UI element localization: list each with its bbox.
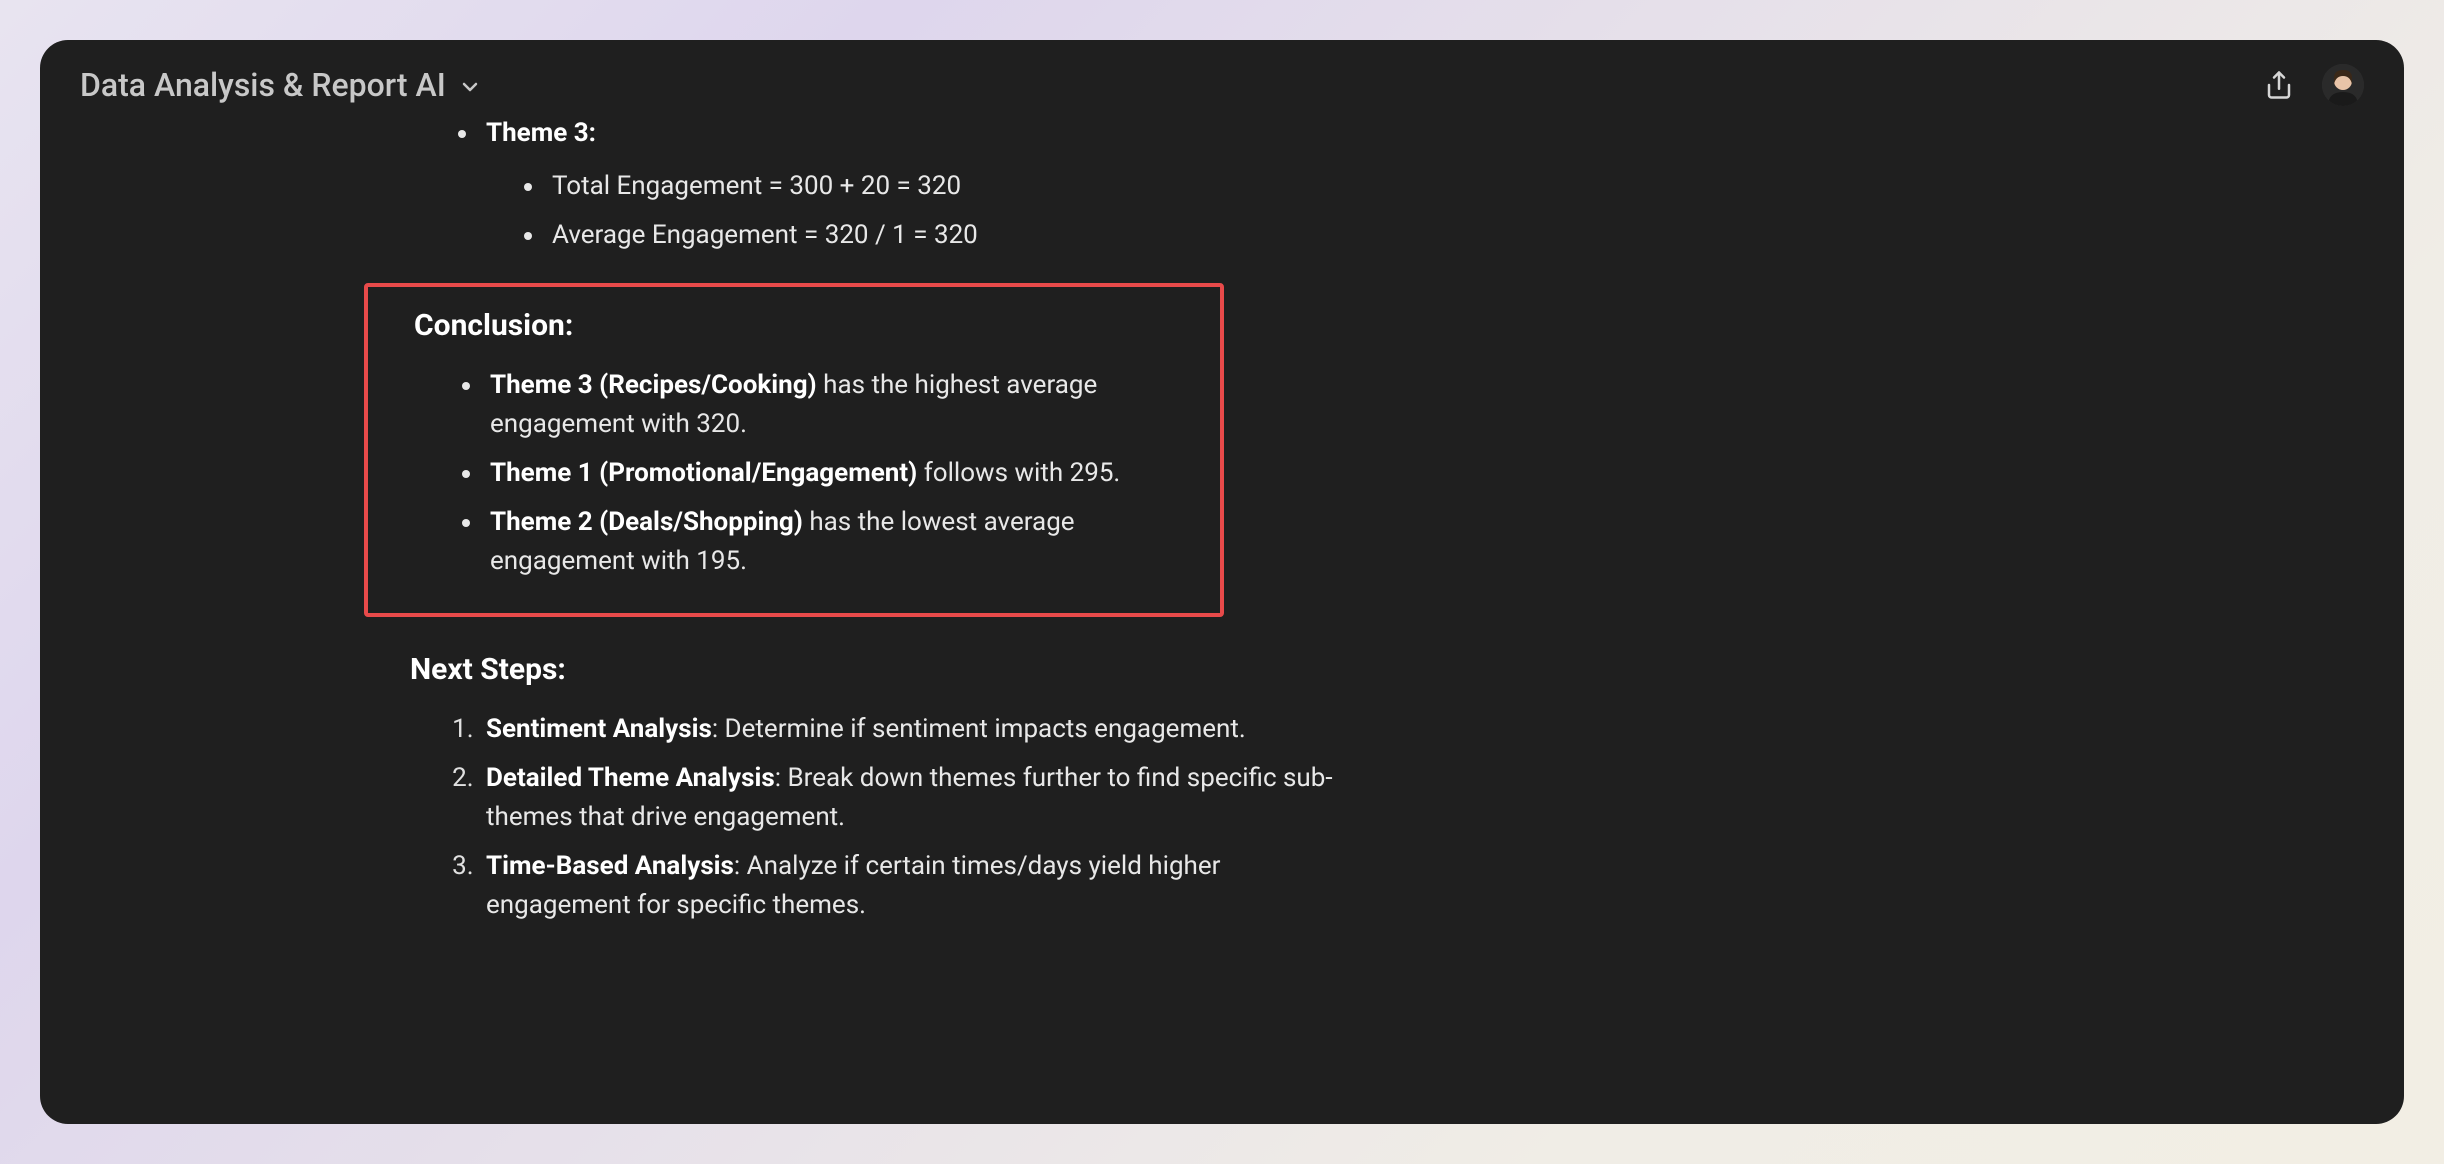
avatar[interactable] [2322, 64, 2364, 106]
list-item: Time-Based Analysis: Analyze if certain … [480, 847, 1360, 925]
list-item: Theme 3: Total Engagement = 300 + 20 = 3… [480, 118, 1360, 255]
title-dropdown[interactable]: Data Analysis & Report AI [80, 66, 482, 104]
list-item: Total Engagement = 300 + 20 = 320 [546, 167, 1360, 206]
conclusion-highlight: Conclusion: Theme 3 (Recipes/Cooking) ha… [364, 283, 1224, 617]
list-item: Theme 3 (Recipes/Cooking) has the highes… [484, 366, 1196, 444]
share-icon[interactable] [2264, 70, 2294, 100]
list-item: Theme 1 (Promotional/Engagement) follows… [484, 454, 1196, 493]
list-item: Theme 2 (Deals/Shopping) has the lowest … [484, 503, 1196, 581]
content-area: Theme 3: Total Engagement = 300 + 20 = 3… [40, 118, 2404, 1112]
app-window: Data Analysis & Report AI [40, 40, 2404, 1124]
list-item: Sentiment Analysis: Determine if sentime… [480, 710, 1360, 749]
chevron-down-icon [458, 75, 482, 99]
page-title: Data Analysis & Report AI [80, 66, 446, 104]
header-actions [2264, 64, 2364, 106]
list-item: Detailed Theme Analysis: Break down them… [480, 759, 1360, 837]
conclusion-heading: Conclusion: [414, 303, 1196, 348]
header-bar: Data Analysis & Report AI [40, 40, 2404, 118]
next-steps-heading: Next Steps: [410, 647, 1360, 692]
list-item: Average Engagement = 320 / 1 = 320 [546, 216, 1360, 255]
